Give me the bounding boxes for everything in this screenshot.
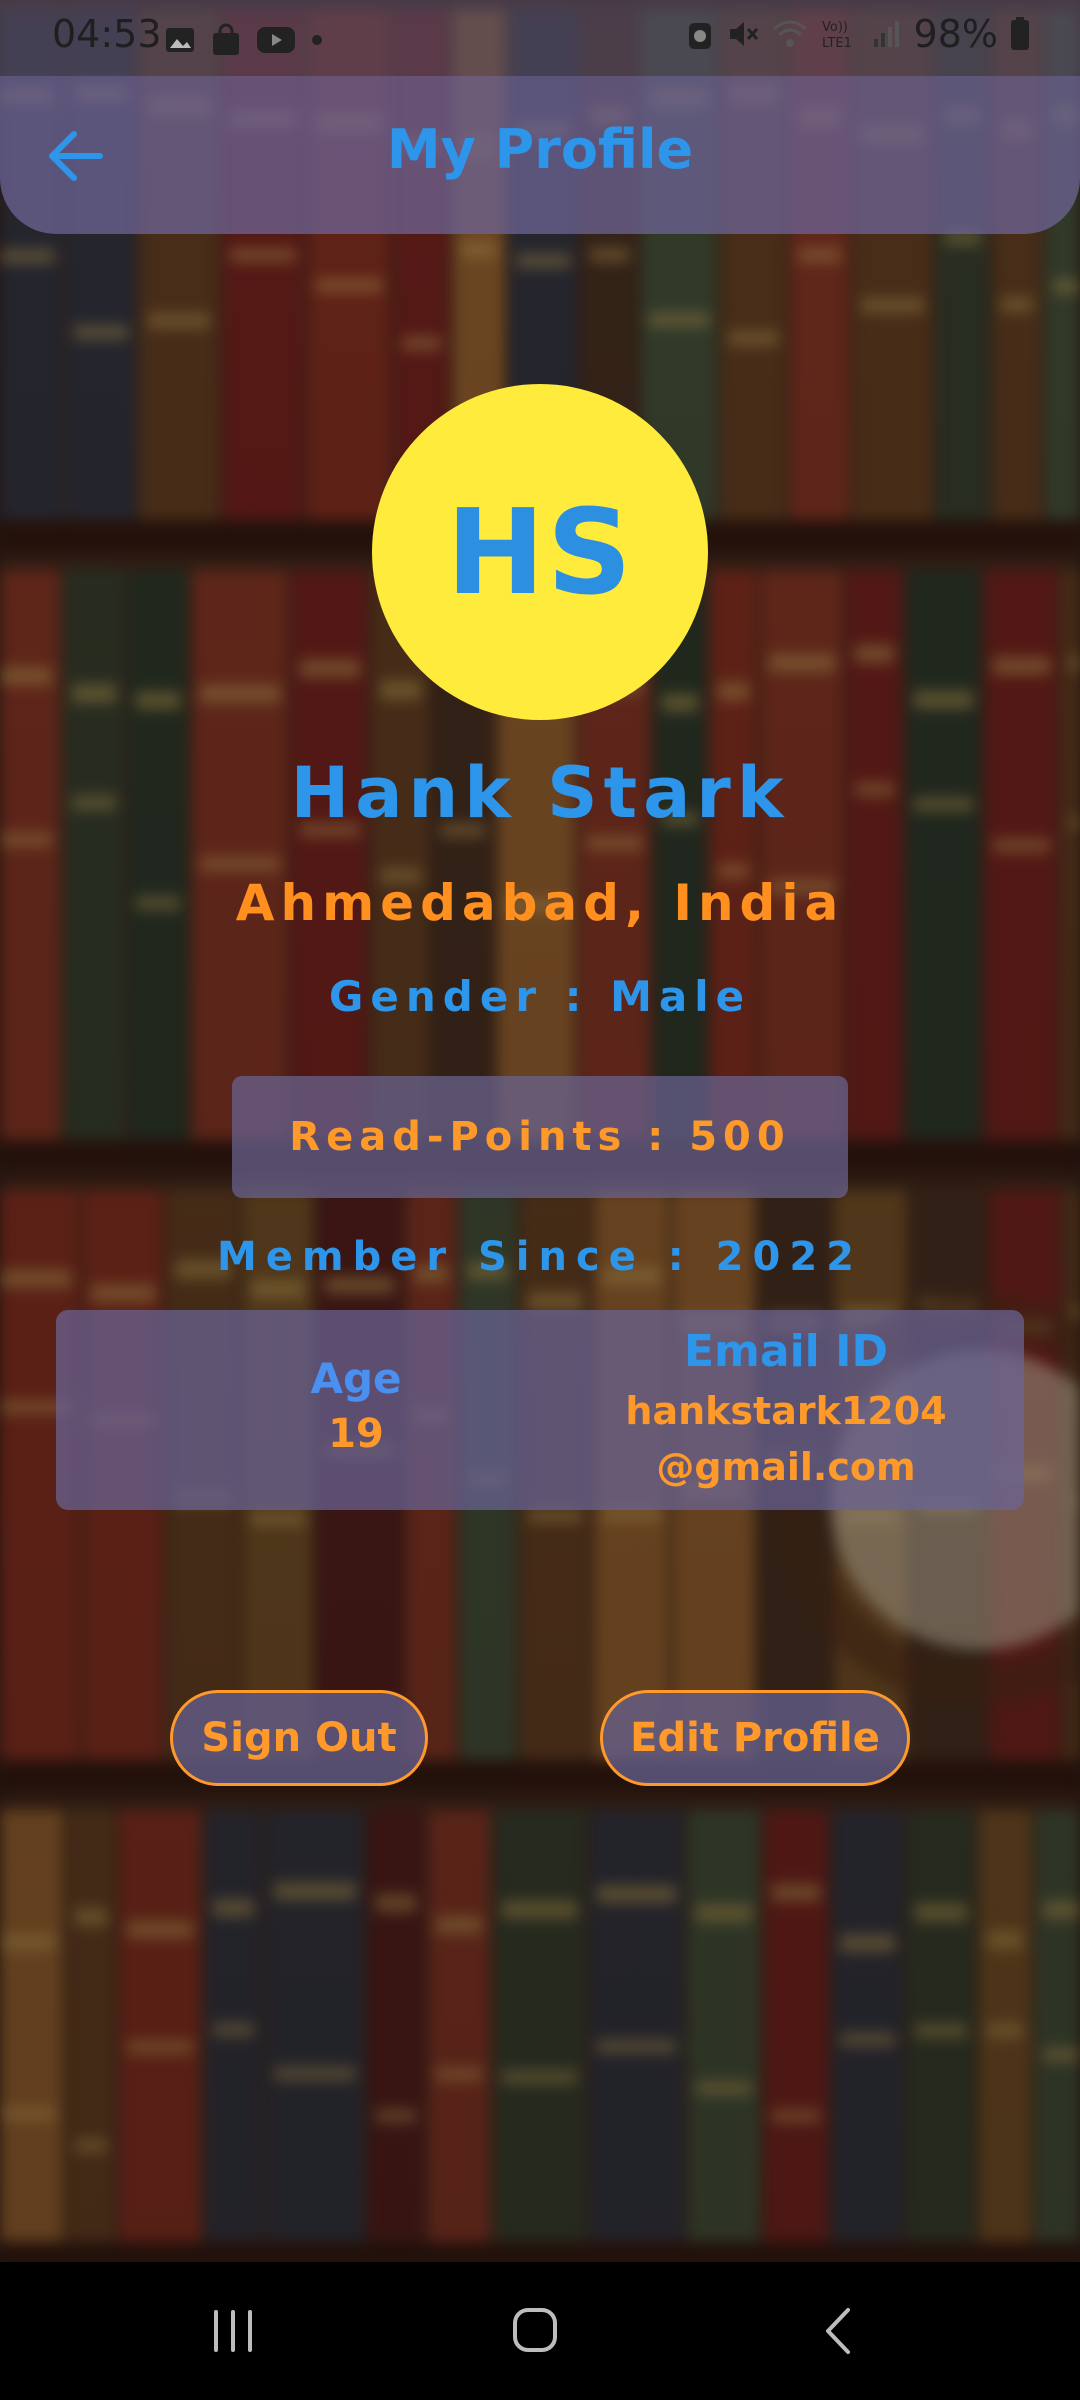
age-label: Age (310, 1354, 402, 1403)
age-section: Age 19 (236, 1354, 476, 1457)
gallery-icon (166, 28, 194, 52)
app-bar: My Profile (0, 76, 1080, 234)
svg-text:LTE1: LTE1 (822, 36, 852, 51)
youtube-icon (257, 27, 295, 53)
profile-gender: Gender : Male (328, 972, 752, 1021)
avatar-initials: HS (446, 483, 634, 621)
svg-text:Vo)): Vo)) (822, 20, 848, 35)
status-time: 04:53 (52, 12, 162, 56)
status-bar: 04:53 Vo)) LTE1 98% (0, 0, 1080, 76)
member-since: Member Since : 2022 (216, 1234, 864, 1280)
wifi-icon (772, 20, 807, 47)
battery-percent: 98% (913, 12, 998, 56)
email-value-line1: hankstark1204 (625, 1389, 947, 1433)
shopping-bag-icon (213, 23, 239, 55)
read-points-text: Read-Points : 500 (289, 1114, 791, 1160)
read-points-card: Read-Points : 500 (232, 1076, 848, 1198)
volte-lte-icon: Vo))LTE1 (822, 20, 852, 51)
sign-out-button[interactable]: Sign Out (170, 1690, 428, 1786)
dot-icon (312, 35, 322, 45)
home-icon[interactable] (490, 2296, 580, 2366)
email-value-line2: @gmail.com (656, 1445, 916, 1489)
back-icon[interactable] (794, 2296, 884, 2366)
signal-icon (873, 21, 899, 47)
age-value: 19 (328, 1411, 384, 1457)
avatar: HS (372, 384, 708, 720)
system-nav-bar (0, 2262, 1080, 2400)
recent-apps-icon[interactable] (188, 2296, 278, 2366)
email-label: Email ID (684, 1326, 888, 1377)
edit-profile-button[interactable]: Edit Profile (600, 1690, 910, 1786)
info-card: Age 19 Email ID hankstark1204 @gmail.com (56, 1310, 1024, 1510)
alarm-icon (688, 23, 711, 49)
page-title: My Profile (386, 118, 694, 181)
mute-icon (729, 22, 758, 46)
profile-location: Ahmedabad, India (235, 874, 845, 932)
email-section: Email ID hankstark1204 @gmail.com (556, 1326, 1016, 1495)
profile-name: Hank Stark (290, 752, 790, 834)
battery-icon (1011, 17, 1029, 50)
